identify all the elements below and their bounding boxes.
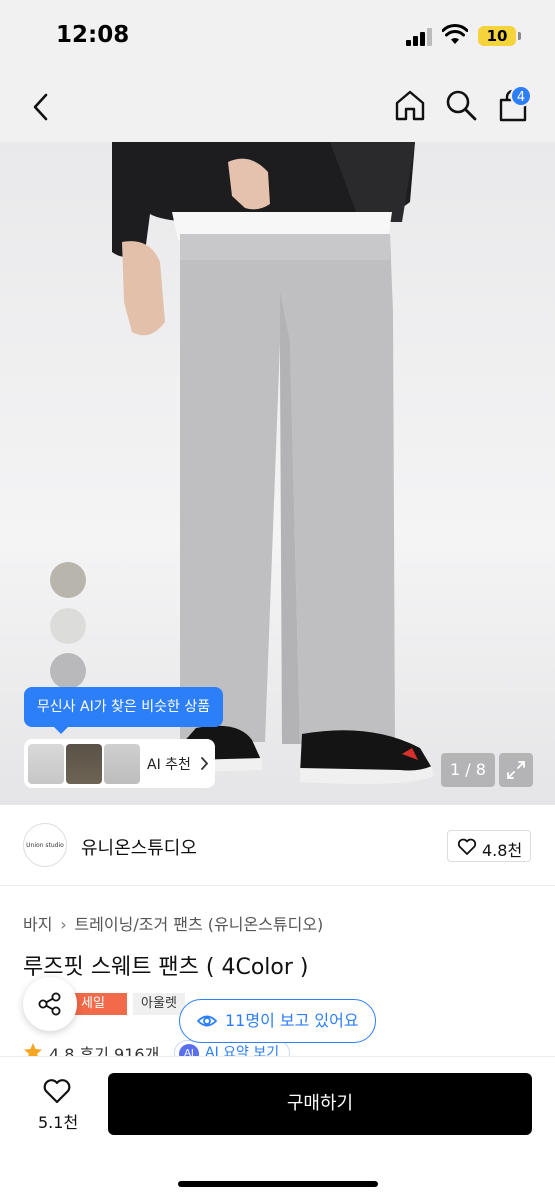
wifi-icon — [442, 24, 468, 44]
buy-button[interactable]: 구매하기 — [108, 1073, 532, 1135]
eye-icon — [197, 1015, 217, 1027]
ai-summary-label: AI 요약 보기 — [205, 1045, 280, 1056]
color-swatch[interactable] — [50, 608, 86, 644]
top-nav — [0, 72, 555, 142]
ai-similar-tooltip: 무신사 AI가 찾은 비슷한 상품 — [24, 687, 223, 734]
breadcrumb-item[interactable]: 트레이닝/조거 팬츠 (유니온스튜디오) — [74, 915, 323, 934]
rating-and-reviews[interactable]: 4.8 후기 916개 — [49, 1041, 159, 1056]
home-icon[interactable] — [393, 88, 427, 122]
brand-logo[interactable]: Union studio — [23, 823, 67, 867]
image-page-indicator: 1 / 8 — [441, 753, 495, 787]
breadcrumb: 바지 › 트레이닝/조거 팬츠 (유니온스튜디오) — [23, 911, 323, 935]
viewers-count-pill: 11명이 보고 있어요 — [179, 999, 376, 1043]
star-icon — [24, 1043, 42, 1056]
heart-icon — [457, 838, 477, 855]
back-icon[interactable] — [28, 90, 56, 124]
battery-tip — [518, 32, 521, 40]
expand-icon — [507, 761, 525, 779]
ai-reco-thumbnail[interactable] — [104, 744, 140, 784]
status-bar: 12:08 10 — [0, 0, 555, 72]
brand-like-count: 4.8천 — [482, 841, 523, 860]
ai-recommend-card[interactable]: AI 추천 — [24, 739, 215, 788]
chevron-right-icon — [201, 757, 209, 770]
ai-reco-label: AI 추천 — [147, 757, 191, 773]
signal-icon — [406, 28, 432, 46]
brand-row[interactable]: Union studio 유니온스튜디오 4.8천 — [0, 806, 555, 886]
ai-badge: AI — [179, 1044, 199, 1056]
battery-indicator: 10 — [478, 26, 516, 46]
status-time: 12:08 — [56, 22, 130, 48]
outlet-tag: 아울렛 — [133, 993, 185, 1015]
search-icon[interactable] — [444, 88, 478, 122]
breadcrumb-separator: › — [60, 915, 67, 934]
product-title: 루즈핏 스웨트 팬츠 ( 4Color ) — [23, 955, 309, 980]
bottom-action-bar: 5.1천 구매하기 — [0, 1056, 555, 1200]
expand-image-button[interactable] — [499, 753, 533, 787]
wishlist-count: 5.1천 — [38, 1113, 79, 1132]
viewers-count-text: 11명이 보고 있어요 — [225, 1011, 359, 1030]
heart-icon[interactable] — [42, 1077, 72, 1105]
home-indicator — [178, 1181, 378, 1187]
color-swatch[interactable] — [50, 562, 86, 598]
ai-reco-thumbnail[interactable] — [66, 744, 102, 784]
share-button[interactable] — [23, 977, 77, 1031]
color-swatch[interactable] — [50, 653, 86, 689]
breadcrumb-item[interactable]: 바지 — [23, 915, 52, 934]
share-icon — [38, 992, 61, 1016]
ai-reco-thumbnail[interactable] — [28, 744, 64, 784]
brand-name[interactable]: 유니온스튜디오 — [81, 834, 197, 860]
cart-count-badge: 4 — [510, 85, 532, 107]
brand-like-button[interactable]: 4.8천 — [447, 830, 531, 862]
